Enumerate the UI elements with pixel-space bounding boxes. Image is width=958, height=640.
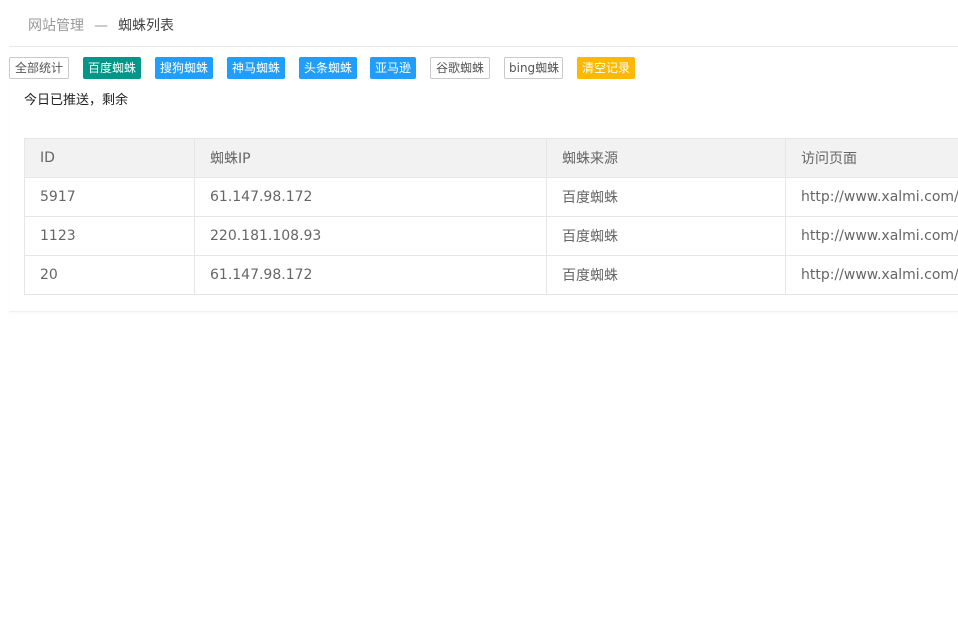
google-spider-button[interactable]: 谷歌蜘蛛 bbox=[430, 57, 490, 79]
breadcrumb: 网站管理 — 蜘蛛列表 bbox=[28, 15, 174, 37]
cell-spider-ip: 61.147.98.172 bbox=[194, 177, 547, 217]
breadcrumb-parent-link[interactable]: 网站管理 bbox=[28, 18, 84, 34]
cell-id: 5917 bbox=[24, 177, 195, 217]
column-header-visited-page: 访问页面 bbox=[785, 138, 958, 178]
breadcrumb-current: 蜘蛛列表 bbox=[118, 18, 174, 34]
clear-records-button[interactable]: 清空记录 bbox=[577, 57, 635, 79]
sogou-spider-button[interactable]: 搜狗蜘蛛 bbox=[155, 57, 213, 79]
amazon-spider-button[interactable]: 亚马逊 bbox=[370, 57, 416, 79]
cell-id: 20 bbox=[24, 255, 195, 295]
table-header-row: ID 蜘蛛IP 蜘蛛来源 访问页面 bbox=[24, 138, 958, 178]
table-row: 20 61.147.98.172 百度蜘蛛 http://www.xalmi.c… bbox=[24, 255, 958, 295]
column-header-spider-ip: 蜘蛛IP bbox=[194, 138, 547, 178]
toutiao-spider-button[interactable]: 头条蜘蛛 bbox=[299, 57, 357, 79]
column-header-spider-source: 蜘蛛来源 bbox=[546, 138, 786, 178]
cell-id: 1123 bbox=[24, 216, 195, 256]
cell-visited-page: http://www.xalmi.com/ bbox=[785, 177, 958, 217]
baidu-spider-button[interactable]: 百度蜘蛛 bbox=[83, 57, 141, 79]
column-header-id: ID bbox=[24, 138, 195, 178]
cell-spider-ip: 220.181.108.93 bbox=[194, 216, 547, 256]
table-row: 5917 61.147.98.172 百度蜘蛛 http://www.xalmi… bbox=[24, 177, 958, 217]
breadcrumb-separator: — bbox=[94, 18, 108, 34]
all-stats-button[interactable]: 全部统计 bbox=[9, 57, 69, 79]
table-row: 1123 220.181.108.93 百度蜘蛛 http://www.xalm… bbox=[24, 216, 958, 256]
cell-spider-ip: 61.147.98.172 bbox=[194, 255, 547, 295]
cell-spider-source: 百度蜘蛛 bbox=[546, 177, 786, 217]
push-status-text: 今日已推送，剩余 bbox=[24, 93, 129, 108]
cell-visited-page: http://www.xalmi.com/ bbox=[785, 255, 958, 295]
shenma-spider-button[interactable]: 神马蜘蛛 bbox=[227, 57, 285, 79]
cell-visited-page: http://www.xalmi.com/ bbox=[785, 216, 958, 256]
bing-spider-button[interactable]: bing蜘蛛 bbox=[504, 57, 563, 79]
spider-table: ID 蜘蛛IP 蜘蛛来源 访问页面 5917 61.147.98.172 百度蜘… bbox=[24, 138, 958, 295]
cell-spider-source: 百度蜘蛛 bbox=[546, 255, 786, 295]
cell-spider-source: 百度蜘蛛 bbox=[546, 216, 786, 256]
